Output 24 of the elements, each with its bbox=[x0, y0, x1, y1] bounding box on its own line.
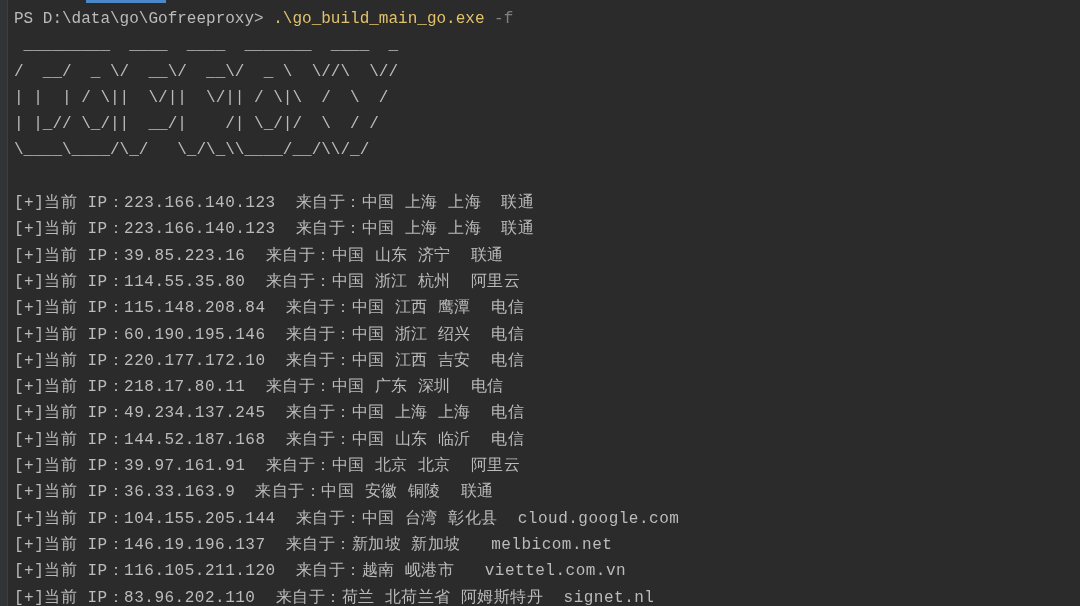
output-line: [+]当前 IP：60.190.195.146 来自于：中国 浙江 绍兴 电信 bbox=[14, 324, 526, 346]
ascii-art-line: | | | / \|| \/|| \/|| / \|\ / \ / bbox=[14, 87, 390, 109]
output-line: [+]当前 IP：144.52.187.168 来自于：中国 山东 临沂 电信 bbox=[14, 429, 526, 451]
output-line: [+]当前 IP：223.166.140.123 来自于：中国 上海 上海 联通 bbox=[14, 218, 536, 241]
output-line: [+]当前 IP：36.33.163.9 来自于：中国 安徽 铜陵 联通 bbox=[14, 481, 495, 504]
output-line: [+]当前 IP：223.166.140.123 来自于：中国 上海 上海 联通 bbox=[14, 192, 536, 215]
output-line: [+]当前 IP：116.105.211.120 来自于：越南 岘港市 viettel.com.vn bbox=[14, 560, 628, 583]
ascii-art-line: / __/ _ \/ __\/ __\/ _ \ \//\ \// bbox=[14, 61, 400, 83]
ascii-art-line: | |_// \_/|| __/| /| \_/|/ \ / / bbox=[14, 114, 380, 136]
output-line: [+]当前 IP：114.55.35.80 来自于：中国 浙江 杭州 阿里云 bbox=[14, 271, 522, 293]
output-line: [+]当前 IP：39.85.223.16 来自于：中国 山东 济宁 联通 bbox=[14, 245, 505, 267]
output-line: [+]当前 IP：218.17.80.11 来自于：中国 广东 深圳 电信 bbox=[14, 376, 505, 399]
command-text: .\go_build_main_go.exe bbox=[273, 10, 485, 28]
prompt-text: PS D:\data\go\Gofreeproxy> bbox=[14, 10, 265, 28]
ascii-art-line: _________ ____ ____ _______ ____ _ bbox=[22, 35, 400, 57]
output-line: [+]当前 IP：146.19.196.137 来自于：新加坡 新加坡 melbicom.net bbox=[14, 534, 614, 556]
flag-text: -f bbox=[494, 10, 514, 28]
ascii-art-line: \____\____/\_/ \_/\_\\____/__/\\/_/ bbox=[14, 140, 371, 162]
output-line: [+]当前 IP：39.97.161.91 来自于：中国 北京 北京 阿里云 bbox=[14, 455, 522, 478]
output-line: [+]当前 IP：115.148.208.84 来自于：中国 江西 鹰潭 电信 bbox=[14, 298, 526, 320]
output-line: [+]当前 IP：49.234.137.245 来自于：中国 上海 上海 电信 bbox=[14, 402, 526, 425]
output-line: [+]当前 IP：220.177.172.10 来自于：中国 江西 吉安 电信 bbox=[14, 350, 526, 372]
output-line: [+]当前 IP：83.96.202.110 来自于：荷兰 北荷兰省 阿姆斯特丹 signet.nl bbox=[14, 587, 656, 606]
output-line: [+]当前 IP：104.155.205.144 来自于：中国 台湾 彰化县 cloud.google.com bbox=[14, 508, 681, 530]
